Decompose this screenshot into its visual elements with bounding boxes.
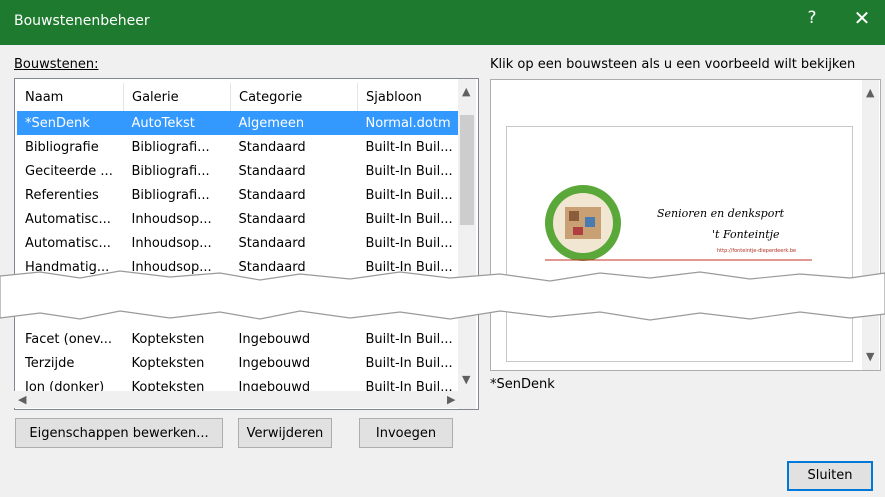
table-row[interactable]: Facet (onev... Kopteksten Ingebouwd Built-I… <box>17 327 462 351</box>
table-row[interactable]: Terzijde Kopteksten Ingebouwd Built-In Buil… <box>17 351 462 375</box>
cell-category: Algemeen <box>230 111 358 135</box>
cell-category: Standaard <box>238 235 306 251</box>
col-header-name[interactable]: Naam <box>17 83 124 111</box>
denksporten-logo <box>545 185 621 261</box>
header-row: Naam Galerie Categorie Sjabloon <box>17 83 462 111</box>
cell-name: Terzijde <box>25 355 75 371</box>
building-blocks-list[interactable]: Naam Galerie Categorie Sjabloon *SenDenk… <box>14 78 479 410</box>
cell-category: Ingebouwd <box>238 331 311 347</box>
cell-name: Facet (onev... <box>25 331 112 347</box>
building-blocks-table: Naam Galerie Categorie Sjabloon *SenDenk… <box>17 83 462 399</box>
delete-button[interactable]: Verwijderen <box>238 418 332 448</box>
cell-template: Built-In Buil... <box>365 139 453 155</box>
cell-gallery: Bibliografi... <box>131 187 210 203</box>
col-header-template[interactable]: Sjabloon <box>357 83 462 111</box>
table-row[interactable]: Bibliografie Bibliografi... Standaard Built… <box>17 135 462 159</box>
cell-name: *SenDenk <box>17 111 124 135</box>
preview-link: http://fonteintje-dieperdeerk.be <box>717 248 796 254</box>
building-blocks-dialog: Bouwstenenbeheer ? ✕ Bouwstenen: Klik op… <box>0 0 885 497</box>
cell-gallery: Bibliografi... <box>131 139 210 155</box>
cell-name: Geciteerde ... <box>25 163 113 179</box>
insert-button[interactable]: Invoegen <box>359 418 453 448</box>
scroll-up-icon[interactable]: ▲ <box>462 85 470 98</box>
scroll-left-icon[interactable]: ◀ <box>18 393 26 406</box>
table-row[interactable]: Automatisc... Inhoudsop... Standaard Built-… <box>17 231 462 255</box>
cell-template: Built-In Buil... <box>365 211 453 227</box>
cell-template: Built-In Buil... <box>365 187 453 203</box>
list-vertical-scrollbar[interactable]: ▲ ▼ <box>458 79 476 409</box>
edit-properties-button[interactable]: Eigenschappen bewerken... <box>15 418 223 448</box>
cell-gallery: AutoTekst <box>123 111 231 135</box>
list-scroll-thumb[interactable] <box>460 115 474 225</box>
help-button[interactable]: ? <box>800 8 824 28</box>
preview-scroll-down-icon[interactable]: ▼ <box>866 350 874 363</box>
col-header-category[interactable]: Categorie <box>230 83 358 111</box>
cell-name: Referenties <box>25 187 99 203</box>
preview-line1: Senioren en denksport <box>657 207 785 220</box>
cell-name: Automatisc... <box>25 235 111 251</box>
close-button[interactable]: Sluiten <box>787 461 873 491</box>
list-horizontal-scrollbar[interactable]: ◀ ▶ <box>14 391 462 408</box>
cell-template: Built-In Buil... <box>365 355 453 371</box>
selected-block-name: *SenDenk <box>490 377 555 392</box>
table-row[interactable]: Geciteerde ... Bibliografi... Standaard Bui… <box>17 159 462 183</box>
list-label: Bouwstenen: <box>14 57 99 72</box>
cell-template: Built-In Buil... <box>365 331 453 347</box>
cell-template: Built-In Buil... <box>365 163 453 179</box>
preview-line2: 't Fonteintje <box>712 228 780 241</box>
cell-name: Bibliografie <box>25 139 99 155</box>
scroll-down-icon[interactable]: ▼ <box>462 373 470 386</box>
cell-gallery: Inhoudsop... <box>131 211 212 227</box>
title-bar: Bouwstenenbeheer ? ✕ <box>0 0 885 45</box>
table-row[interactable]: Automatisc... Inhoudsop... Standaard Built-… <box>17 207 462 231</box>
cell-category: Ingebouwd <box>238 355 311 371</box>
cell-category: Standaard <box>238 139 306 155</box>
table-row[interactable]: *SenDenk AutoTekst Algemeen Normal.dotm <box>17 111 462 135</box>
cell-category: Standaard <box>238 163 306 179</box>
cell-gallery: Inhoudsop... <box>131 235 212 251</box>
dialog-title: Bouwstenenbeheer <box>14 13 150 29</box>
cell-gallery: Bibliografi... <box>131 163 210 179</box>
cell-gallery: Kopteksten <box>131 331 205 347</box>
cell-template: Normal.dotm <box>357 111 462 135</box>
torn-paper-overlay <box>0 270 885 321</box>
cell-gallery: Kopteksten <box>131 355 205 371</box>
cell-category: Standaard <box>238 211 306 227</box>
table-row[interactable]: Referenties Bibliografi... Standaard Built-… <box>17 183 462 207</box>
scroll-right-icon[interactable]: ▶ <box>447 393 455 406</box>
close-icon[interactable]: ✕ <box>847 6 877 30</box>
col-header-gallery[interactable]: Galerie <box>123 83 231 111</box>
preview-scroll-up-icon[interactable]: ▲ <box>866 86 874 99</box>
cell-category: Standaard <box>238 187 306 203</box>
cell-name: Automatisc... <box>25 211 111 227</box>
cell-template: Built-In Buil... <box>365 235 453 251</box>
preview-label: Klik op een bouwsteen als u een voorbeel… <box>490 57 856 72</box>
